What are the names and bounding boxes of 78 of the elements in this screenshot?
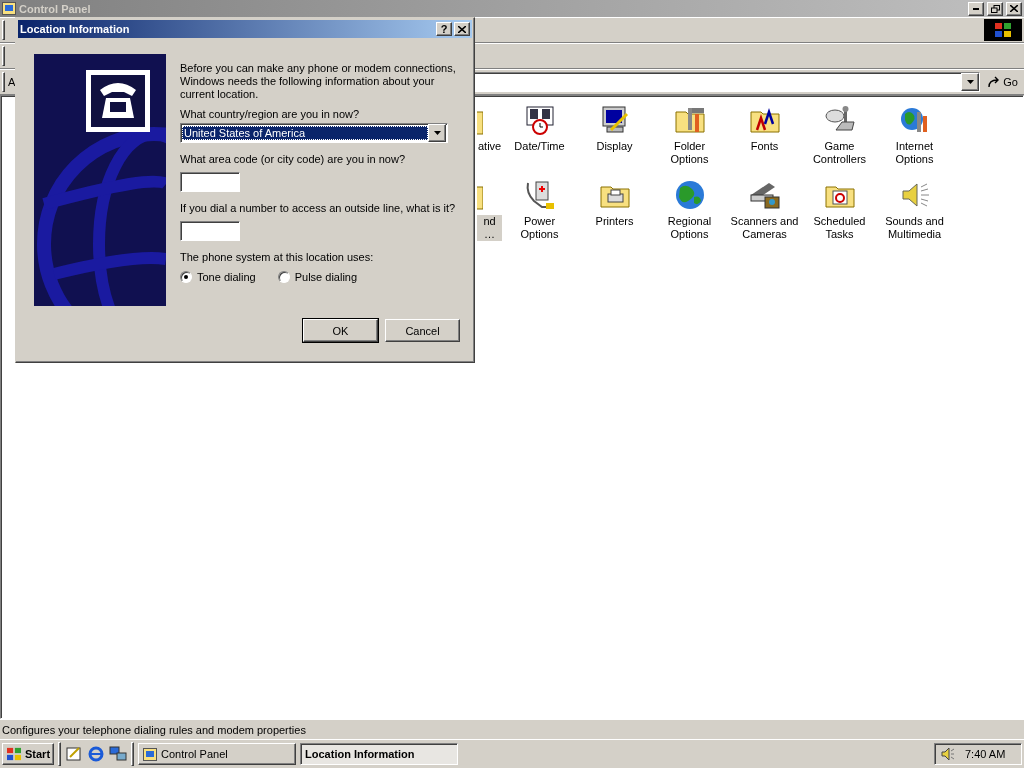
item-label: Fonts [749, 140, 780, 153]
item-label: Scanners and Cameras [729, 215, 800, 241]
taskbar-button[interactable]: Location Information [300, 743, 459, 765]
minimize-button[interactable] [968, 1, 984, 16]
close-icon [458, 26, 466, 33]
item-label: Internet Options [894, 140, 935, 166]
country-label: What country/region are you in now? [180, 108, 361, 121]
item-label: nd … [477, 215, 502, 241]
start-button[interactable]: Start [2, 743, 55, 765]
control-panel-icon [143, 747, 158, 761]
item-label: Display [595, 140, 634, 153]
control-panel-item[interactable]: Folder Options [652, 104, 727, 179]
control-panel-item[interactable]: Display [577, 104, 652, 179]
control-panel-item[interactable]: nd … [477, 179, 502, 254]
control-panel-item[interactable]: Scanners and Cameras [727, 179, 802, 254]
radio-option[interactable]: Pulse dialing [277, 271, 358, 283]
radio-button[interactable] [277, 271, 290, 283]
ok-button[interactable]: OK [303, 319, 378, 342]
item-label: Folder Options [669, 140, 710, 166]
control-panel-item[interactable]: Regional Options [652, 179, 727, 254]
taskbar-grip[interactable] [131, 742, 135, 766]
control-panel-item[interactable]: ative [477, 104, 502, 179]
phone-system-label: The phone system at this location uses: [180, 251, 375, 264]
control-panel-item[interactable]: Power Options [502, 179, 577, 254]
area-code-label: What area code (or city code) are you in now? [180, 153, 406, 166]
item-label: Regional Options [666, 215, 713, 241]
dropdown-button[interactable] [428, 124, 446, 142]
address-label: A [8, 76, 16, 88]
item-label: Printers [594, 215, 635, 228]
radio-option[interactable]: Tone dialing [180, 271, 256, 283]
control-panel-item[interactable]: Printers [577, 179, 652, 254]
item-label: Power Options [519, 215, 560, 241]
item-label: Sounds and Multimedia [884, 215, 945, 241]
globe-icon [673, 179, 706, 211]
item-label: ative [477, 140, 502, 153]
calendar-clock-icon [523, 104, 556, 136]
caret-icon [966, 80, 974, 84]
control-panel-icon [2, 2, 16, 15]
dialog-title: Location Information [20, 23, 131, 35]
windows-flag-icon [994, 22, 1012, 38]
close-button[interactable] [454, 22, 470, 36]
status-text: Configures your telephone dialing rules and modem properties [2, 723, 307, 736]
dropdown-button[interactable] [961, 73, 980, 91]
toolbar-grip[interactable] [2, 46, 5, 66]
control-panel-item[interactable]: Fonts [727, 104, 802, 179]
control-panel-item[interactable]: Scheduled Tasks [802, 179, 877, 254]
cancel-button[interactable]: Cancel [385, 319, 460, 342]
help-button[interactable]: ? [436, 22, 452, 36]
minimize-icon [973, 7, 979, 10]
windows-flag-icon [6, 747, 22, 761]
intro-text: Before you can make any phone or modem connections, Windows needs the following information about your current location. [180, 62, 457, 101]
control-panel-item[interactable]: Date/Time [502, 104, 577, 179]
control-panel-item[interactable]: Game Controllers [802, 104, 877, 179]
restore-icon [990, 4, 1000, 13]
taskbar-button[interactable]: Control Panel [138, 743, 297, 765]
window-title: Control Panel [19, 2, 92, 15]
outside-line-field[interactable] [180, 221, 240, 241]
desktop-icon[interactable] [65, 745, 84, 763]
computers-icon[interactable] [109, 745, 128, 763]
item-label: Scheduled Tasks [812, 215, 867, 241]
close-icon [1010, 5, 1018, 12]
radio-button[interactable] [180, 271, 192, 283]
control-panel-item[interactable]: Sounds and Multimedia [877, 179, 952, 254]
clock: 7:40 AM [965, 748, 1006, 760]
browser-icon[interactable] [87, 745, 106, 763]
toolbar-grip[interactable] [2, 72, 5, 92]
close-button[interactable] [1006, 1, 1022, 16]
country-dropdown[interactable]: United States of America [180, 123, 448, 143]
speaker-icon[interactable] [941, 747, 955, 761]
taskbar-grip[interactable] [58, 742, 62, 766]
area-code-field[interactable] [180, 172, 240, 192]
restore-button[interactable] [987, 1, 1003, 16]
item-label: Date/Time [513, 140, 566, 153]
caret-icon [433, 131, 441, 135]
outside-line-label: If you dial a number to access an outside line, what is it? [180, 202, 457, 215]
control-panel-item[interactable]: Internet Options [877, 104, 952, 179]
item-label: Game Controllers [811, 140, 868, 166]
toolbar-grip[interactable] [2, 20, 5, 40]
